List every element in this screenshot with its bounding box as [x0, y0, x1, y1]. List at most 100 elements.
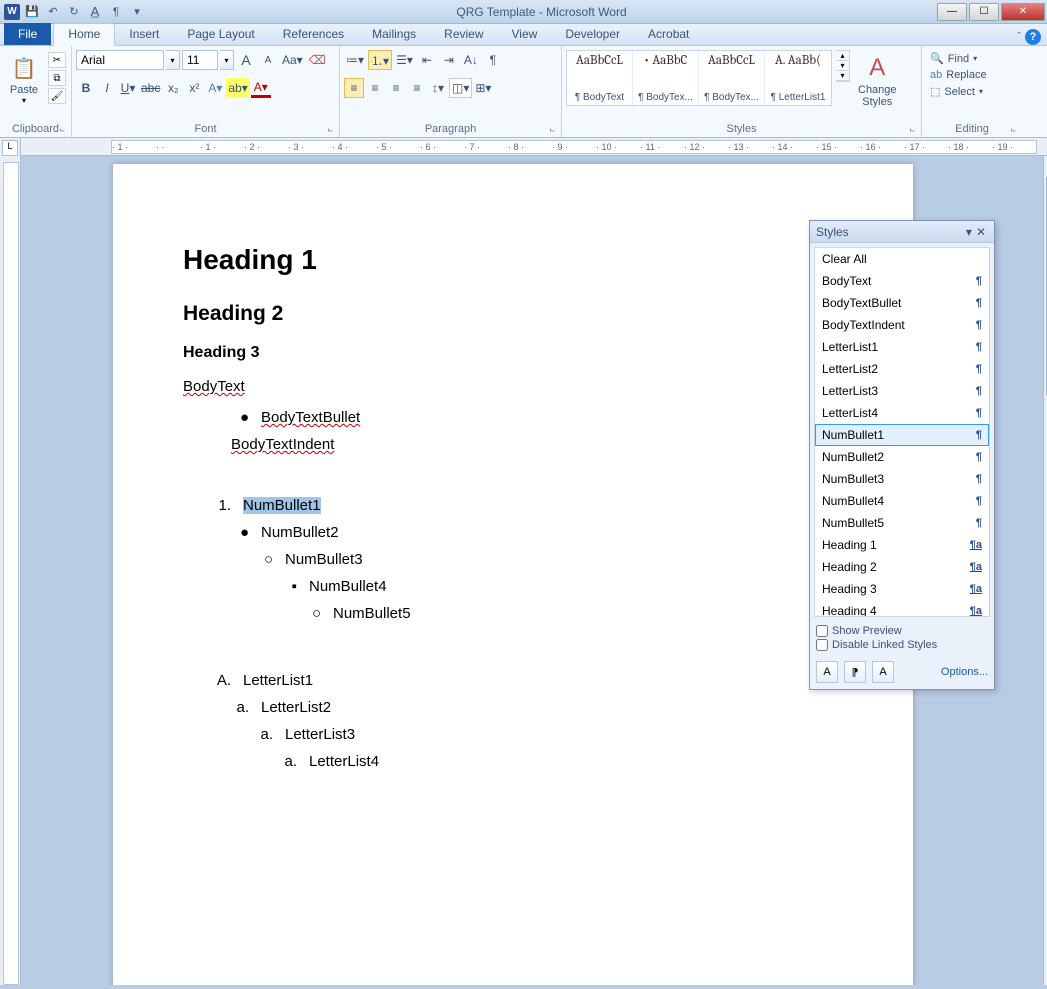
style-item-numbullet5[interactable]: NumBullet5¶: [815, 512, 989, 534]
style-clear-all[interactable]: Clear All: [815, 248, 989, 270]
tab-page-layout[interactable]: Page Layout: [173, 24, 268, 45]
style-gallery-item[interactable]: AaBbCcL¶ BodyText: [567, 51, 633, 105]
vertical-ruler[interactable]: L: [0, 138, 21, 985]
decrease-indent-button[interactable]: ⇤: [417, 50, 437, 70]
borders-button[interactable]: ⊞▾: [473, 78, 493, 98]
num-bullet-4[interactable]: ▪NumBullet4: [279, 578, 843, 595]
change-styles-button[interactable]: A Change Styles: [854, 50, 901, 110]
new-style-button[interactable]: A: [816, 661, 838, 683]
maximize-button[interactable]: ☐: [969, 3, 999, 21]
style-item-heading-3[interactable]: Heading 3¶a: [815, 578, 989, 600]
grow-font-button[interactable]: A: [236, 50, 256, 70]
replace-button[interactable]: abReplace: [926, 67, 991, 83]
minimize-button[interactable]: —: [937, 3, 967, 21]
manage-styles-button[interactable]: A: [872, 661, 894, 683]
style-item-bodytextbullet[interactable]: BodyTextBullet¶: [815, 292, 989, 314]
shading-button[interactable]: ◫▾: [449, 78, 472, 98]
style-item-letterlist2[interactable]: LetterList2¶: [815, 358, 989, 380]
disable-linked-checkbox[interactable]: Disable Linked Styles: [816, 639, 988, 651]
style-item-letterlist1[interactable]: LetterList1¶: [815, 336, 989, 358]
multilevel-button[interactable]: ☰▾: [394, 50, 415, 70]
style-item-letterlist3[interactable]: LetterList3¶: [815, 380, 989, 402]
tab-mailings[interactable]: Mailings: [358, 24, 430, 45]
letter-list-2[interactable]: a.LetterList2: [231, 699, 843, 716]
font-size-input[interactable]: [182, 50, 218, 70]
paste-button[interactable]: 📋 Paste ▾: [4, 50, 44, 107]
body-text-indent[interactable]: BodyTextIndent: [231, 436, 843, 453]
gallery-more[interactable]: ▾: [836, 71, 849, 81]
qat-btn[interactable]: A̲: [86, 3, 104, 21]
style-inspector-button[interactable]: ⁋: [844, 661, 866, 683]
style-item-numbullet3[interactable]: NumBullet3¶: [815, 468, 989, 490]
tab-insert[interactable]: Insert: [115, 24, 173, 45]
style-item-heading-1[interactable]: Heading 1¶a: [815, 534, 989, 556]
letter-list-3[interactable]: a.LetterList3: [255, 726, 843, 743]
num-bullet-1[interactable]: 1.NumBullet1: [213, 497, 843, 514]
num-bullet-2[interactable]: ●NumBullet2: [231, 524, 843, 541]
vertical-scrollbar[interactable]: ▴ ▾ ◦ ⬆ ⬇: [1043, 156, 1047, 985]
italic-button[interactable]: I: [97, 78, 117, 98]
pane-dropdown-icon[interactable]: ▾: [964, 225, 974, 239]
undo-icon[interactable]: ↶: [44, 3, 62, 21]
style-item-numbullet4[interactable]: NumBullet4¶: [815, 490, 989, 512]
tab-references[interactable]: References: [269, 24, 358, 45]
file-tab[interactable]: File: [4, 23, 51, 45]
style-item-heading-4[interactable]: Heading 4¶a: [815, 600, 989, 617]
tab-review[interactable]: Review: [430, 24, 497, 45]
line-spacing-button[interactable]: ↕▾: [428, 78, 448, 98]
redo-icon[interactable]: ↻: [65, 3, 83, 21]
highlight-button[interactable]: ab▾: [226, 78, 249, 98]
font-color-button[interactable]: A▾: [251, 78, 271, 98]
save-icon[interactable]: 💾: [23, 3, 41, 21]
sort-button[interactable]: A↓: [461, 50, 481, 70]
pane-close-icon[interactable]: ✕: [974, 225, 988, 239]
word-icon[interactable]: W: [4, 4, 20, 20]
style-item-bodytext[interactable]: BodyText¶: [815, 270, 989, 292]
heading-3[interactable]: Heading 3: [183, 344, 843, 362]
show-preview-checkbox[interactable]: Show Preview: [816, 625, 988, 637]
style-item-bodytextindent[interactable]: BodyTextIndent¶: [815, 314, 989, 336]
bullets-button[interactable]: ≔▾: [344, 50, 366, 70]
clear-formatting-button[interactable]: ⌫: [307, 50, 328, 70]
justify-button[interactable]: ≡: [407, 78, 427, 98]
tab-acrobat[interactable]: Acrobat: [634, 24, 703, 45]
tab-home[interactable]: Home: [53, 23, 115, 46]
tab-view[interactable]: View: [498, 24, 552, 45]
shrink-font-button[interactable]: A: [258, 50, 278, 70]
style-gallery-item[interactable]: A. AaBb(¶ LetterList1: [765, 51, 831, 105]
text-effects-button[interactable]: A▾: [205, 78, 225, 98]
gallery-up[interactable]: ▴: [836, 51, 849, 61]
style-item-letterlist4[interactable]: LetterList4¶: [815, 402, 989, 424]
styles-options-link[interactable]: Options...: [941, 666, 988, 678]
style-gallery-item[interactable]: AaBbCcL¶ BodyTex...: [699, 51, 765, 105]
bold-button[interactable]: B: [76, 78, 96, 98]
letter-list-4[interactable]: a.LetterList4: [279, 753, 843, 770]
close-button[interactable]: ✕: [1001, 3, 1045, 21]
superscript-button[interactable]: x²: [184, 78, 204, 98]
style-item-numbullet1[interactable]: NumBullet1¶: [815, 424, 989, 446]
font-size-dropdown[interactable]: ▾: [220, 50, 234, 70]
align-left-button[interactable]: ≡: [344, 78, 364, 98]
document-page[interactable]: Heading 1 Heading 2 Heading 3 BodyText ●…: [113, 164, 913, 985]
copy-button[interactable]: ⧉: [48, 70, 66, 86]
align-right-button[interactable]: ≡: [386, 78, 406, 98]
format-painter-button[interactable]: 🖌: [48, 88, 66, 104]
font-name-input[interactable]: [76, 50, 164, 70]
show-marks-button[interactable]: ¶: [483, 50, 503, 70]
body-text[interactable]: BodyText: [183, 378, 843, 395]
minimize-ribbon-icon[interactable]: ˆ: [1017, 31, 1021, 43]
strikethrough-button[interactable]: abc: [139, 78, 162, 98]
gallery-down[interactable]: ▾: [836, 61, 849, 71]
find-button[interactable]: 🔍Find▾: [926, 50, 991, 67]
align-center-button[interactable]: ≡: [365, 78, 385, 98]
style-gallery-item[interactable]: • AaBbC¶ BodyTex...: [633, 51, 699, 105]
tab-developer[interactable]: Developer: [551, 24, 634, 45]
qat-btn[interactable]: ¶: [107, 3, 125, 21]
heading-1[interactable]: Heading 1: [183, 244, 843, 276]
styles-pane-title[interactable]: Styles ▾ ✕: [810, 221, 994, 243]
num-bullet-3[interactable]: ○NumBullet3: [255, 551, 843, 568]
numbering-button[interactable]: ⒈▾: [368, 50, 392, 70]
underline-button[interactable]: U▾: [118, 78, 138, 98]
qat-customize-icon[interactable]: ▾: [128, 3, 146, 21]
num-bullet-5[interactable]: ○NumBullet5: [303, 605, 843, 622]
